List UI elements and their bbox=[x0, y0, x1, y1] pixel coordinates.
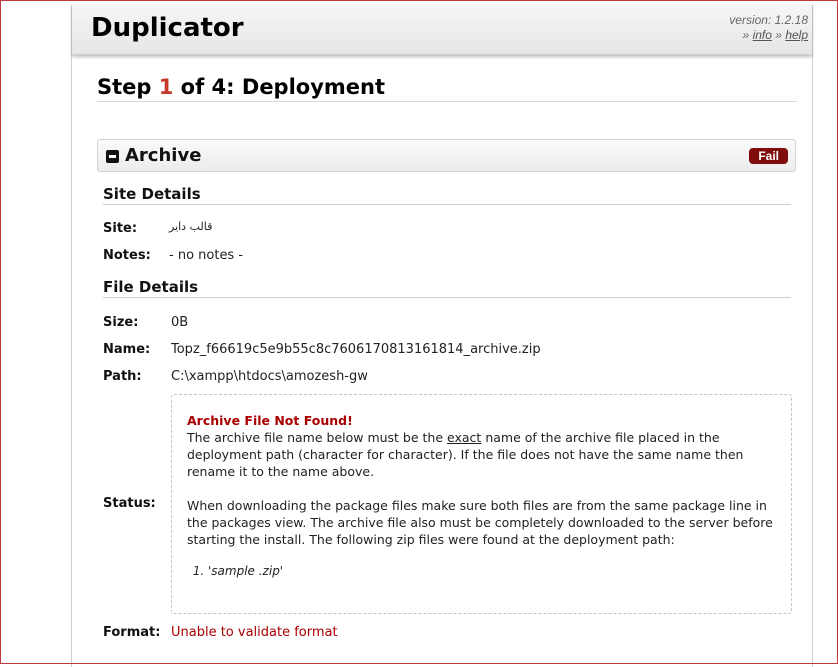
format-label: Format: bbox=[103, 625, 161, 640]
notice-paragraph-1: The archive file name below must be the … bbox=[187, 429, 779, 480]
step-number: 1 bbox=[158, 75, 174, 99]
installer-page: Duplicator version: 1.2.18 » info » help… bbox=[71, 5, 813, 667]
notice-title: Archive File Not Found! bbox=[187, 413, 353, 428]
site-details-heading: Site Details bbox=[103, 185, 791, 205]
notes-value: - no notes - bbox=[169, 248, 244, 263]
archive-name-value: Topz_f66619c5e9b55c8c7606170813161814_ar… bbox=[171, 342, 541, 357]
step-title: Step 1 of 4: Deployment bbox=[97, 75, 797, 102]
site-label: Site: bbox=[103, 221, 138, 236]
size-value: 0B bbox=[171, 315, 189, 330]
app-title: Duplicator bbox=[91, 13, 244, 43]
notice-text: The archive file name below must be the bbox=[187, 430, 448, 445]
notes-label: Notes: bbox=[103, 248, 151, 263]
info-link[interactable]: info bbox=[753, 28, 772, 42]
notice-emphasis: exact bbox=[447, 430, 482, 445]
size-label: Size: bbox=[103, 315, 139, 330]
file-details-heading: File Details bbox=[103, 278, 791, 298]
notice-paragraph-2: When downloading the package files make … bbox=[187, 498, 773, 547]
name-label: Name: bbox=[103, 342, 151, 357]
status-label: Status: bbox=[103, 496, 156, 511]
separator: » bbox=[775, 28, 782, 42]
path-value: C:\xampp\htdocs\amozesh-gw bbox=[171, 369, 368, 384]
step-prefix: Step bbox=[97, 75, 159, 99]
format-value: Unable to validate format bbox=[171, 625, 338, 640]
version-text: version: 1.2.18 bbox=[729, 13, 808, 27]
header-bar: Duplicator version: 1.2.18 » info » help bbox=[72, 5, 812, 55]
collapse-minus-icon[interactable] bbox=[106, 150, 119, 163]
archive-not-found-notice: Archive File Not Found! The archive file… bbox=[171, 394, 792, 614]
separator: » bbox=[742, 28, 750, 42]
help-link[interactable]: help bbox=[785, 28, 808, 42]
status-badge: Fail bbox=[749, 148, 788, 164]
archive-section-toggle[interactable]: Archive Fail bbox=[97, 139, 796, 172]
header-links: » info » help bbox=[729, 28, 808, 43]
found-files-list: 'sample .zip' bbox=[187, 563, 779, 580]
version-info: version: 1.2.18 » info » help bbox=[729, 13, 808, 43]
step-suffix: of 4: Deployment bbox=[173, 75, 386, 99]
section-label: Archive bbox=[125, 145, 202, 166]
path-label: Path: bbox=[103, 369, 142, 384]
site-value: قالب دایر bbox=[169, 220, 213, 233]
found-file-item: 'sample .zip' bbox=[208, 563, 779, 580]
